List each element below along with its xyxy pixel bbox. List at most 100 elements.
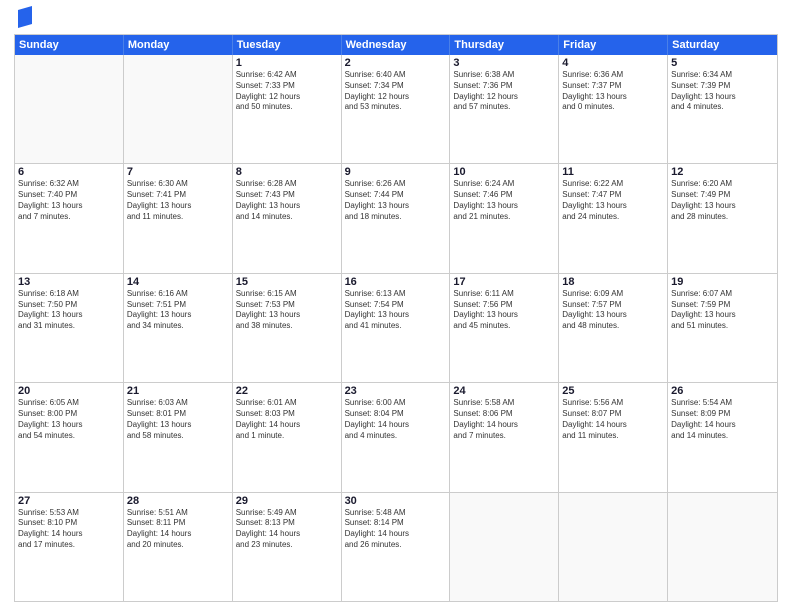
calendar-row-3: 20Sunrise: 6:05 AMSunset: 8:00 PMDayligh… <box>15 382 777 491</box>
cell-detail-line: Sunrise: 6:05 AM <box>18 398 120 409</box>
cell-detail-line: Sunset: 7:53 PM <box>236 300 338 311</box>
cell-detail-line: Daylight: 14 hours <box>236 529 338 540</box>
day-cell-3: 3Sunrise: 6:38 AMSunset: 7:36 PMDaylight… <box>450 55 559 163</box>
day-number: 21 <box>127 385 229 397</box>
cell-detail-line: and 14 minutes. <box>671 431 774 442</box>
day-cell-30: 30Sunrise: 5:48 AMSunset: 8:14 PMDayligh… <box>342 493 451 601</box>
day-cell-20: 20Sunrise: 6:05 AMSunset: 8:00 PMDayligh… <box>15 383 124 491</box>
cell-detail-line: Sunset: 7:37 PM <box>562 81 664 92</box>
day-cell-17: 17Sunrise: 6:11 AMSunset: 7:56 PMDayligh… <box>450 274 559 382</box>
cell-detail-line: and 7 minutes. <box>18 212 120 223</box>
day-cell-13: 13Sunrise: 6:18 AMSunset: 7:50 PMDayligh… <box>15 274 124 382</box>
day-number: 24 <box>453 385 555 397</box>
cell-detail-line: Daylight: 14 hours <box>345 529 447 540</box>
weekday-header-sunday: Sunday <box>15 35 124 55</box>
cell-detail-line: Sunset: 7:40 PM <box>18 190 120 201</box>
day-cell-4: 4Sunrise: 6:36 AMSunset: 7:37 PMDaylight… <box>559 55 668 163</box>
day-number: 15 <box>236 276 338 288</box>
day-cell-12: 12Sunrise: 6:20 AMSunset: 7:49 PMDayligh… <box>668 164 777 272</box>
cell-detail-line: Sunrise: 5:48 AM <box>345 508 447 519</box>
cell-detail-line: Sunset: 7:43 PM <box>236 190 338 201</box>
day-cell-5: 5Sunrise: 6:34 AMSunset: 7:39 PMDaylight… <box>668 55 777 163</box>
calendar-body: 1Sunrise: 6:42 AMSunset: 7:33 PMDaylight… <box>15 55 777 601</box>
cell-detail-line: Daylight: 13 hours <box>18 310 120 321</box>
cell-detail-line: and 20 minutes. <box>127 540 229 551</box>
cell-detail-line: and 28 minutes. <box>671 212 774 223</box>
cell-detail-line: Sunset: 7:39 PM <box>671 81 774 92</box>
calendar-row-1: 6Sunrise: 6:32 AMSunset: 7:40 PMDaylight… <box>15 163 777 272</box>
day-cell-28: 28Sunrise: 5:51 AMSunset: 8:11 PMDayligh… <box>124 493 233 601</box>
header <box>14 10 778 28</box>
day-number: 29 <box>236 495 338 507</box>
cell-detail-line: Daylight: 13 hours <box>453 201 555 212</box>
cell-detail-line: Sunrise: 6:32 AM <box>18 179 120 190</box>
cell-detail-line: Daylight: 14 hours <box>18 529 120 540</box>
cell-detail-line: Daylight: 14 hours <box>562 420 664 431</box>
calendar-header: SundayMondayTuesdayWednesdayThursdayFrid… <box>15 35 777 55</box>
cell-detail-line: Sunset: 7:56 PM <box>453 300 555 311</box>
cell-detail-line: Sunset: 8:07 PM <box>562 409 664 420</box>
day-cell-empty-4-6 <box>668 493 777 601</box>
cell-detail-line: and 38 minutes. <box>236 321 338 332</box>
cell-detail-line: Sunset: 8:00 PM <box>18 409 120 420</box>
cell-detail-line: Sunrise: 6:36 AM <box>562 70 664 81</box>
cell-detail-line: Sunset: 8:01 PM <box>127 409 229 420</box>
day-number: 27 <box>18 495 120 507</box>
day-cell-2: 2Sunrise: 6:40 AMSunset: 7:34 PMDaylight… <box>342 55 451 163</box>
cell-detail-line: Sunrise: 6:42 AM <box>236 70 338 81</box>
cell-detail-line: and 54 minutes. <box>18 431 120 442</box>
day-cell-26: 26Sunrise: 5:54 AMSunset: 8:09 PMDayligh… <box>668 383 777 491</box>
cell-detail-line: Daylight: 14 hours <box>453 420 555 431</box>
day-number: 20 <box>18 385 120 397</box>
cell-detail-line: Sunrise: 6:09 AM <box>562 289 664 300</box>
cell-detail-line: and 0 minutes. <box>562 102 664 113</box>
cell-detail-line: Sunset: 7:54 PM <box>345 300 447 311</box>
cell-detail-line: Sunrise: 5:56 AM <box>562 398 664 409</box>
day-number: 6 <box>18 166 120 178</box>
weekday-header-saturday: Saturday <box>668 35 777 55</box>
cell-detail-line: Daylight: 12 hours <box>453 92 555 103</box>
cell-detail-line: Sunset: 7:57 PM <box>562 300 664 311</box>
cell-detail-line: Sunset: 8:13 PM <box>236 518 338 529</box>
weekday-header-monday: Monday <box>124 35 233 55</box>
day-number: 13 <box>18 276 120 288</box>
day-number: 16 <box>345 276 447 288</box>
day-cell-empty-4-5 <box>559 493 668 601</box>
cell-detail-line: Daylight: 13 hours <box>562 92 664 103</box>
cell-detail-line: and 34 minutes. <box>127 321 229 332</box>
cell-detail-line: Sunrise: 6:28 AM <box>236 179 338 190</box>
page: SundayMondayTuesdayWednesdayThursdayFrid… <box>0 0 792 612</box>
cell-detail-line: Sunset: 7:33 PM <box>236 81 338 92</box>
day-number: 18 <box>562 276 664 288</box>
cell-detail-line: Daylight: 13 hours <box>18 420 120 431</box>
weekday-header-thursday: Thursday <box>450 35 559 55</box>
cell-detail-line: Sunrise: 6:00 AM <box>345 398 447 409</box>
weekday-header-tuesday: Tuesday <box>233 35 342 55</box>
cell-detail-line: Sunrise: 6:40 AM <box>345 70 447 81</box>
day-number: 7 <box>127 166 229 178</box>
cell-detail-line: Daylight: 13 hours <box>18 201 120 212</box>
cell-detail-line: Sunset: 8:03 PM <box>236 409 338 420</box>
weekday-header-wednesday: Wednesday <box>342 35 451 55</box>
day-number: 10 <box>453 166 555 178</box>
cell-detail-line: and 11 minutes. <box>562 431 664 442</box>
cell-detail-line: Sunrise: 6:26 AM <box>345 179 447 190</box>
cell-detail-line: Sunset: 7:46 PM <box>453 190 555 201</box>
cell-detail-line: and 31 minutes. <box>18 321 120 332</box>
day-cell-9: 9Sunrise: 6:26 AMSunset: 7:44 PMDaylight… <box>342 164 451 272</box>
day-number: 11 <box>562 166 664 178</box>
cell-detail-line: and 51 minutes. <box>671 321 774 332</box>
logo-icon <box>16 6 34 28</box>
cell-detail-line: Sunrise: 6:07 AM <box>671 289 774 300</box>
day-cell-21: 21Sunrise: 6:03 AMSunset: 8:01 PMDayligh… <box>124 383 233 491</box>
cell-detail-line: Daylight: 13 hours <box>127 201 229 212</box>
cell-detail-line: and 7 minutes. <box>453 431 555 442</box>
cell-detail-line: Daylight: 12 hours <box>236 92 338 103</box>
cell-detail-line: Daylight: 13 hours <box>562 310 664 321</box>
day-number: 28 <box>127 495 229 507</box>
cell-detail-line: and 24 minutes. <box>562 212 664 223</box>
day-cell-1: 1Sunrise: 6:42 AMSunset: 7:33 PMDaylight… <box>233 55 342 163</box>
cell-detail-line: Daylight: 13 hours <box>345 310 447 321</box>
cell-detail-line: Daylight: 14 hours <box>236 420 338 431</box>
cell-detail-line: Sunset: 7:41 PM <box>127 190 229 201</box>
